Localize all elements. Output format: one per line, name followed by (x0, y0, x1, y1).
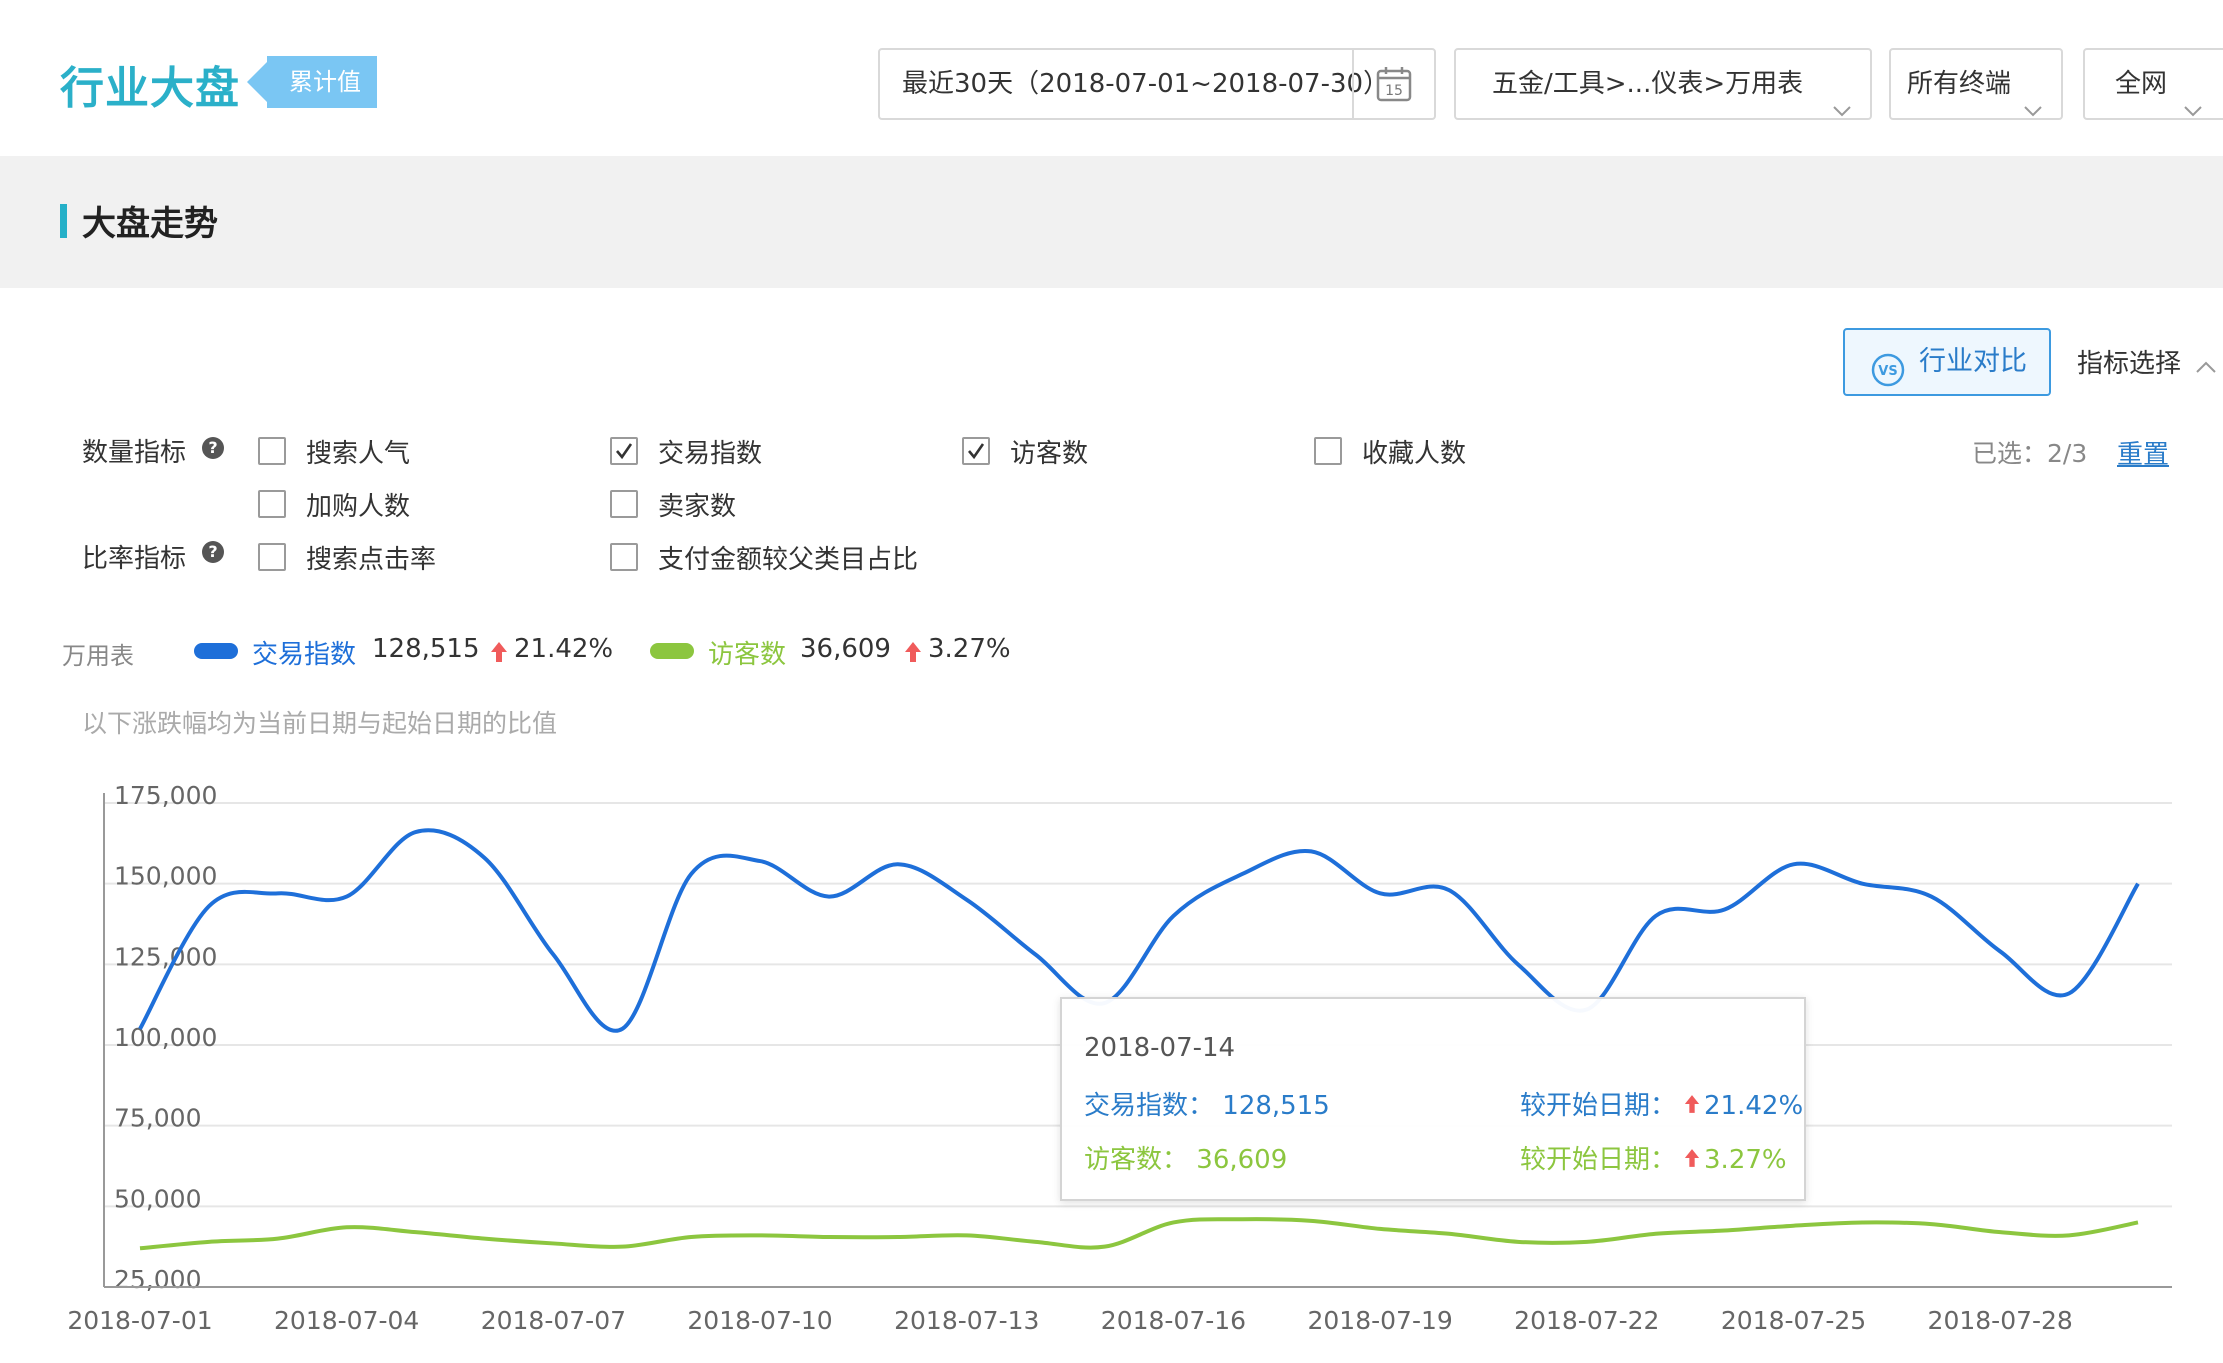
x-tick-label: 2018-07-16 (1101, 1306, 1246, 1335)
top-header: 行业大盘 累计值 最近30天（2018-07-01~2018-07-30） 15… (0, 0, 2223, 156)
category-text: 五金/工具>...仪表>万用表 (1492, 69, 1804, 99)
metric-checkbox-label: 交易指数 (658, 439, 763, 469)
tooltip-series-trade: 交易指数： 128,515 (1084, 1085, 1330, 1122)
legend-series-value: 128,515 (372, 634, 480, 664)
metric-select-label: 指标选择 (2077, 349, 2182, 379)
help-icon[interactable]: ? (202, 541, 224, 563)
network-text: 全网 (2115, 69, 2168, 99)
metric-select-toggle[interactable]: 指标选择 (2077, 343, 2216, 380)
tooltip-series-visitors: 访客数： 36,609 (1084, 1139, 1287, 1176)
x-tick-label: 2018-07-22 (1514, 1306, 1659, 1335)
section-title: 大盘走势 (82, 204, 218, 244)
legend-series-name: 访客数 (708, 640, 787, 670)
x-tick-label: 2018-07-01 (67, 1306, 212, 1335)
tooltip-compare-label: 较开始日期： (1520, 1145, 1677, 1175)
metric-checkbox-label: 卖家数 (658, 492, 737, 522)
chart-tooltip: 2018-07-14 交易指数： 128,515 较开始日期： 21.42% 访客… (1060, 997, 1806, 1201)
checkbox-unchecked[interactable] (258, 490, 286, 518)
metric-checkbox-label: 支付金额较父类目占比 (658, 545, 919, 575)
legend-category: 万用表 (62, 642, 134, 670)
section-accent-bar (60, 204, 67, 238)
industry-compare-label: 行业对比 (1919, 346, 2027, 377)
vs-icon: VS (1871, 347, 1905, 411)
x-tick-label: 2018-07-19 (1307, 1306, 1452, 1335)
x-tick-label: 2018-07-28 (1928, 1306, 2073, 1335)
tooltip-date: 2018-07-14 (1084, 1033, 1236, 1063)
rate-metrics-label: 比率指标 (82, 544, 187, 574)
chevron-down-icon (2023, 76, 2043, 144)
metric-checkbox-label: 加购人数 (306, 492, 411, 522)
x-tick-label: 2018-07-13 (894, 1306, 1039, 1335)
y-tick-label: 25,000 (114, 1265, 201, 1294)
metric-checkbox-label: 搜索人气 (306, 439, 411, 469)
terminal-text: 所有终端 (1907, 69, 2012, 99)
selected-count: 已选：2/3 (1972, 439, 2088, 468)
up-arrow-icon (1684, 1146, 1700, 1176)
tooltip-series-label: 访客数： (1084, 1145, 1189, 1175)
cumulative-badge: 累计值 (247, 56, 377, 108)
metric-checkbox-label: 访客数 (1010, 439, 1089, 469)
up-arrow-icon (1684, 1092, 1700, 1122)
industry-compare-button[interactable]: VS 行业对比 (1843, 328, 2051, 396)
checkbox-unchecked[interactable] (258, 437, 286, 465)
date-range-picker[interactable]: 最近30天（2018-07-01~2018-07-30） 15 (878, 48, 1436, 120)
checkbox-unchecked[interactable] (610, 543, 638, 571)
section-header: 大盘走势 (0, 156, 2223, 288)
y-tick-label: 100,000 (114, 1023, 217, 1052)
date-range-text: 最近30天（2018-07-01~2018-07-30） (902, 69, 1390, 99)
legend-series-name: 交易指数 (252, 640, 357, 670)
chevron-down-icon (1832, 76, 1852, 144)
quantity-metrics-label: 数量指标 (82, 438, 187, 468)
x-tick-label: 2018-07-10 (687, 1306, 832, 1335)
tooltip-series-value: 128,515 (1222, 1091, 1330, 1121)
y-tick-label: 150,000 (114, 862, 217, 891)
tooltip-series-value: 36,609 (1196, 1145, 1288, 1175)
checkmark-icon (616, 443, 633, 460)
chevron-down-icon (2183, 76, 2203, 144)
calendar-icon[interactable]: 15 (1352, 50, 1434, 118)
svg-text:VS: VS (1878, 364, 1897, 379)
checkbox-checked[interactable] (962, 437, 990, 465)
tooltip-compare-value: 21.42% (1704, 1091, 1804, 1121)
network-dropdown[interactable]: 全网 (2083, 48, 2223, 120)
checkbox-unchecked[interactable] (1314, 437, 1342, 465)
metric-checkbox-label: 搜索点击率 (306, 545, 437, 575)
y-tick-label: 50,000 (114, 1184, 201, 1213)
tooltip-compare-value: 3.27% (1704, 1145, 1787, 1175)
x-tick-label: 2018-07-07 (481, 1306, 626, 1335)
up-arrow-icon (490, 640, 508, 668)
up-arrow-icon (904, 640, 922, 668)
checkbox-unchecked[interactable] (258, 543, 286, 571)
y-tick-label: 175,000 (114, 781, 217, 810)
x-tick-label: 2018-07-04 (274, 1306, 419, 1335)
terminal-dropdown[interactable]: 所有终端 (1889, 48, 2063, 120)
checkbox-checked[interactable] (610, 437, 638, 465)
series-swatch (194, 643, 238, 659)
page-title: 行业大盘 (60, 63, 240, 114)
legend-series-change: 3.27% (928, 634, 1011, 664)
tooltip-compare-trade: 较开始日期： 21.42% (1520, 1085, 1803, 1122)
checkbox-unchecked[interactable] (610, 490, 638, 518)
calendar-day-text: 15 (1385, 83, 1403, 99)
reset-link[interactable]: 重置 (2117, 434, 2169, 471)
series-swatch (650, 643, 694, 659)
help-icon[interactable]: ? (202, 437, 224, 459)
y-tick-label: 75,000 (114, 1104, 201, 1133)
checkmark-icon (968, 443, 985, 460)
metric-checkbox-label: 收藏人数 (1362, 439, 1467, 469)
change-note: 以下涨跌幅均为当前日期与起始日期的比值 (82, 709, 558, 738)
tooltip-compare-label: 较开始日期： (1520, 1091, 1677, 1121)
tooltip-series-label: 交易指数： (1084, 1091, 1215, 1121)
y-tick-label: 125,000 (114, 942, 217, 971)
chevron-up-icon (2195, 351, 2217, 381)
legend-series-value: 36,609 (800, 634, 891, 664)
category-dropdown[interactable]: 五金/工具>...仪表>万用表 (1454, 48, 1872, 120)
tooltip-compare-visitors: 较开始日期： 3.27% (1520, 1139, 1787, 1176)
legend-series-change: 21.42% (514, 634, 614, 664)
series-line-visitors (139, 1217, 2139, 1251)
x-tick-label: 2018-07-25 (1721, 1306, 1866, 1335)
